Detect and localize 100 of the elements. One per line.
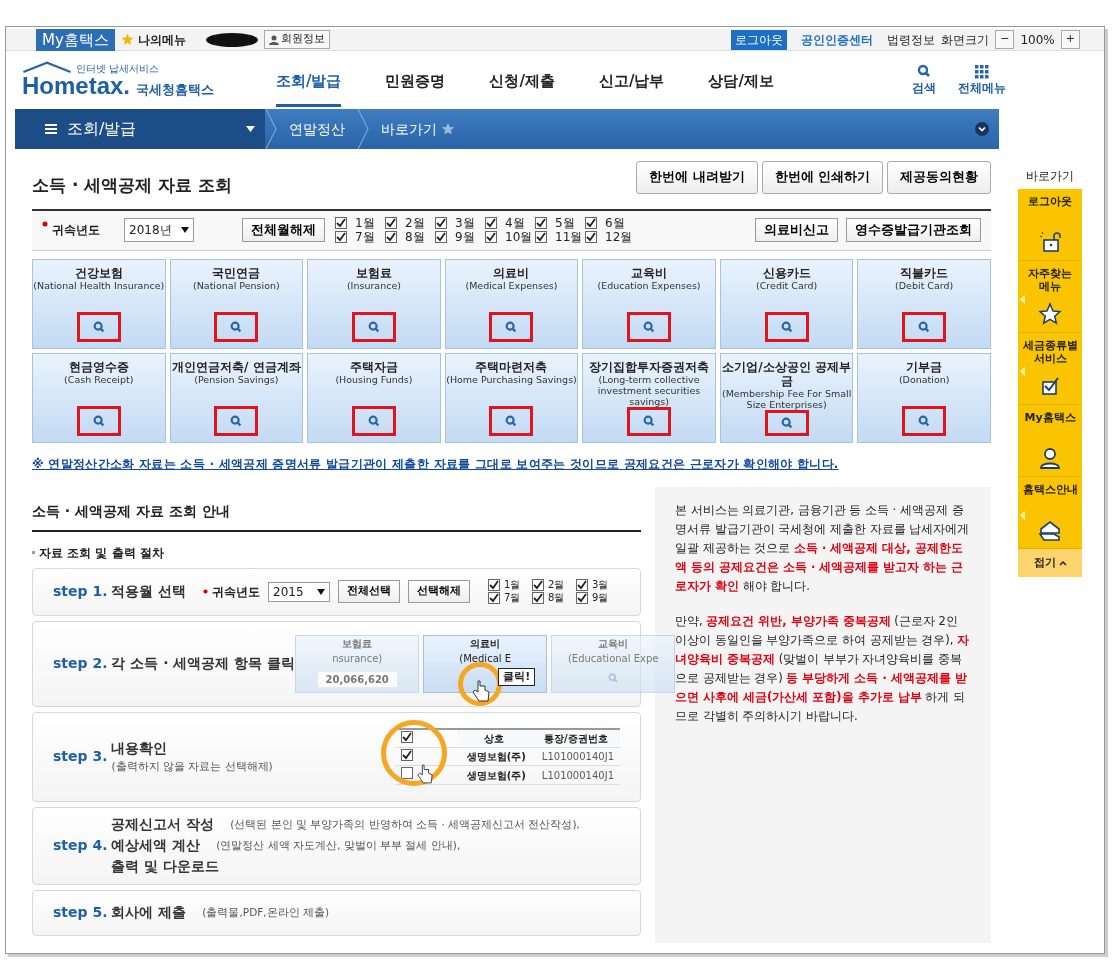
quick-menu-label[interactable]: 자주찾는 메뉴 — [1021, 267, 1079, 293]
checkbox[interactable] — [535, 231, 547, 243]
nav-tab[interactable]: 상담/제보 — [708, 69, 774, 107]
grid-menu-icon[interactable] — [975, 65, 989, 79]
checkbox[interactable] — [335, 231, 347, 243]
search-button[interactable] — [764, 311, 809, 342]
search-button[interactable] — [214, 405, 259, 436]
checkbox[interactable] — [585, 231, 597, 243]
checkbox[interactable] — [535, 217, 547, 229]
clear-months-button[interactable]: 전체월해제 — [242, 217, 325, 243]
checkbox[interactable] — [532, 592, 544, 604]
quick-menu-label[interactable]: 세금종류별 서비스 — [1021, 339, 1079, 365]
collapse-button[interactable]: 접기 — [1018, 549, 1082, 577]
filter-button[interactable]: 영수증발급기관조회 — [846, 217, 981, 243]
filter-button[interactable]: 의료비신고 — [755, 217, 838, 243]
star-icon — [1038, 302, 1062, 326]
search-button[interactable] — [764, 409, 809, 436]
category-name: 교육비 — [598, 636, 629, 651]
menu-icon[interactable] — [45, 123, 57, 135]
category-english: (Educational Expe — [567, 651, 659, 666]
checkbox[interactable] — [485, 217, 497, 229]
checkbox[interactable] — [400, 749, 413, 761]
category-name: 기부금 — [906, 359, 943, 374]
category-english: (Long-term collective investment securities savings) — [596, 373, 702, 407]
breadcrumb-link[interactable]: 연말정산 — [289, 118, 345, 140]
year-label: 귀속년도 — [52, 222, 100, 239]
page-title: 소득 · 세액공제 자료 조회 — [32, 174, 233, 197]
checkbox[interactable] — [400, 767, 413, 779]
month-label: 4월 — [505, 216, 525, 230]
callout-label: 클릭! — [498, 667, 536, 686]
search-button[interactable] — [351, 311, 396, 342]
star-icon — [120, 33, 134, 46]
search-button[interactable] — [902, 405, 947, 436]
action-button[interactable]: 한번에 인쇄하기 — [761, 161, 883, 195]
search-icon[interactable] — [916, 63, 932, 79]
checkbox[interactable] — [435, 217, 447, 229]
nav-tab[interactable]: 신청/제출 — [489, 69, 555, 107]
quick-menu-label[interactable]: 홈택스안내 — [1021, 483, 1079, 496]
quick-menu-item[interactable]: 로그아웃 — [1018, 189, 1082, 261]
quick-menu-item[interactable]: My홈택스 — [1018, 405, 1082, 477]
category-name: 현금영수증 — [68, 359, 129, 374]
member-info-button[interactable]: 회원정보 — [263, 30, 330, 49]
checkbox[interactable] — [585, 217, 597, 229]
checkbox[interactable] — [576, 592, 588, 604]
quick-menu-label[interactable]: My홈택스 — [1021, 411, 1079, 424]
zoom-out-button[interactable]: − — [995, 30, 1015, 49]
checkbox[interactable] — [488, 579, 500, 591]
year-select[interactable]: 2015 — [268, 581, 330, 602]
checkbox[interactable] — [435, 231, 447, 243]
quick-menu-label[interactable]: 로그아웃 — [1021, 195, 1079, 208]
nav-tab[interactable]: 민원증명 — [385, 69, 446, 107]
search-button[interactable] — [76, 311, 121, 342]
all-menu-link[interactable]: 전체메뉴 — [958, 79, 1006, 97]
step-label: step 3. — [53, 747, 108, 766]
brand-button[interactable]: My홈택스 — [36, 28, 115, 51]
select-button[interactable]: 선택해제 — [408, 580, 470, 603]
hand-cursor-icon — [472, 679, 491, 702]
checkbox[interactable] — [488, 592, 500, 604]
search-button[interactable] — [627, 311, 672, 342]
nav-tab[interactable]: 신고/납부 — [598, 69, 665, 107]
select-button[interactable]: 전체선택 — [338, 580, 400, 603]
menu-title[interactable]: 조회/발급 — [67, 117, 137, 141]
action-button[interactable]: 제공동의현황 — [887, 161, 991, 195]
cert-center-link[interactable]: 공인인증센터 — [801, 30, 874, 49]
search-button[interactable] — [214, 311, 259, 342]
checkbox[interactable] — [335, 217, 347, 229]
my-menu-link[interactable]: 나의메뉴 — [137, 30, 186, 49]
search-button[interactable] — [627, 406, 672, 436]
year-select[interactable]: 2018년 — [124, 218, 194, 242]
search-link[interactable]: 검색 — [912, 79, 936, 97]
month-label: 3월 — [592, 578, 609, 592]
search-icon — [91, 413, 106, 428]
checkbox[interactable] — [385, 217, 397, 229]
action-button[interactable]: 한번에 내려받기 — [636, 161, 758, 195]
zoom-in-button[interactable]: + — [1060, 30, 1080, 49]
checkbox[interactable] — [485, 231, 497, 243]
quick-menu-item[interactable]: 홈택스안내 — [1018, 477, 1082, 549]
quick-menu-item[interactable]: 자주찾는 메뉴 — [1018, 261, 1082, 333]
year-label: 귀속년도 — [212, 583, 260, 601]
checkbox[interactable] — [385, 231, 397, 243]
checkbox[interactable] — [576, 579, 588, 591]
quick-menu-item[interactable]: 세금종류별 서비스 — [1018, 333, 1082, 405]
caret-icon[interactable] — [246, 126, 255, 132]
logout-button[interactable]: 로그아웃 — [731, 29, 788, 50]
month-label: 6월 — [605, 216, 625, 230]
search-button[interactable] — [76, 405, 121, 436]
breadcrumb-link[interactable]: 바로가기 — [381, 118, 437, 140]
notice-link[interactable]: ※ 연말정산간소화 자료는 소득 · 세액공제 증명서류 발급기관이 제출한 자료를 그대로 보여주는 것이므로 공제요건은 근로자가 확인해야 합니다. — [32, 454, 839, 473]
top-link[interactable]: 법령정보 — [887, 30, 936, 49]
column-header: 통장/증권번호 — [531, 729, 620, 748]
search-button[interactable] — [489, 405, 534, 436]
checkbox[interactable] — [532, 579, 544, 591]
search-button[interactable] — [902, 311, 947, 342]
top-link[interactable]: 화면크기 — [941, 30, 990, 49]
star-icon[interactable] — [441, 122, 455, 136]
chevron-down-icon[interactable] — [975, 122, 989, 136]
search-button[interactable] — [489, 311, 534, 342]
search-button[interactable] — [351, 405, 396, 436]
checkbox[interactable] — [400, 731, 413, 743]
month-label: 5월 — [555, 216, 575, 230]
